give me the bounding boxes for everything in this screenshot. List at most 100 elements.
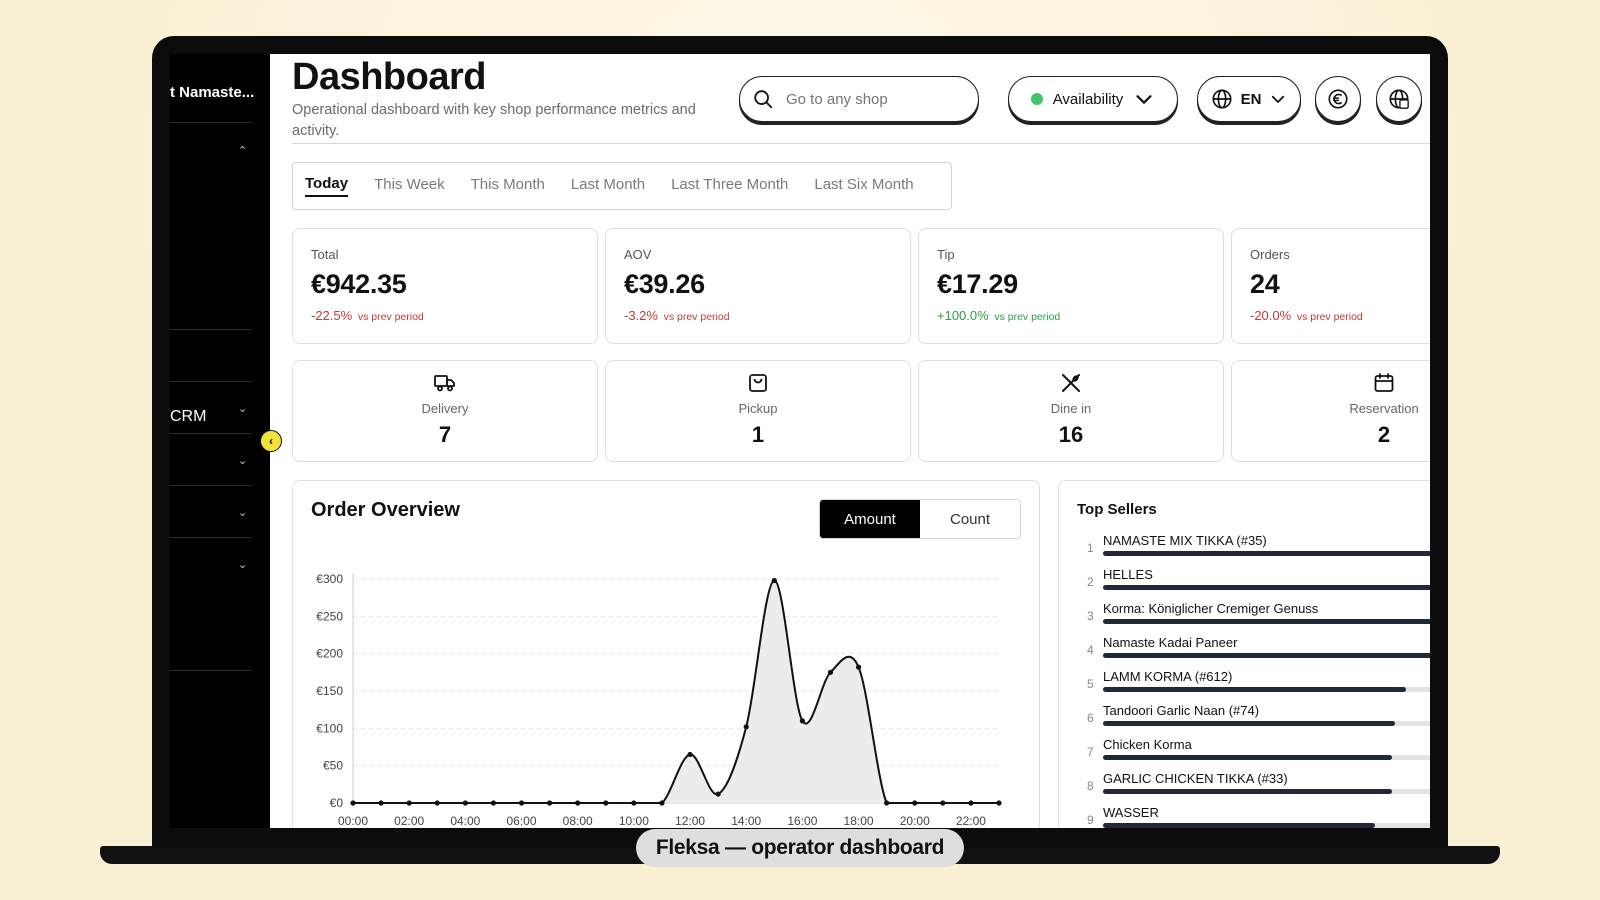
seller-bar-track bbox=[1103, 721, 1430, 726]
seller-bar-fill bbox=[1103, 585, 1430, 590]
currency-button[interactable] bbox=[1315, 76, 1361, 122]
list-item: 1 NAMASTE MIX TIKKA (#35) bbox=[1077, 533, 1430, 567]
seller-bar-fill bbox=[1103, 721, 1396, 726]
seller-name: WASSER bbox=[1103, 805, 1159, 820]
data-point bbox=[827, 669, 834, 675]
globe-icon bbox=[1212, 89, 1232, 109]
chevron-down-icon[interactable]: ⌄ bbox=[238, 402, 247, 415]
data-point bbox=[350, 800, 356, 806]
stat-change-note: vs prev period bbox=[994, 311, 1061, 323]
seller-bar-fill bbox=[1103, 619, 1430, 624]
seller-bar-fill bbox=[1103, 755, 1392, 760]
series-line bbox=[353, 579, 999, 804]
y-tick-label: €250 bbox=[316, 609, 343, 623]
page-subtitle: Operational dashboard with key shop perf… bbox=[292, 102, 696, 139]
list-item: 7 Chicken Korma bbox=[1077, 737, 1430, 771]
seller-bar-fill bbox=[1103, 789, 1392, 794]
chevron-down-icon[interactable]: ⌄ bbox=[238, 558, 247, 571]
stat-label: Tip bbox=[937, 247, 955, 262]
sidebar-divider bbox=[170, 381, 252, 382]
order-type-value: 16 bbox=[1058, 422, 1084, 447]
order-type-delivery[interactable]: Delivery 7 bbox=[292, 360, 598, 462]
amount-count-toggle: Amount Count bbox=[819, 499, 1021, 539]
order-overview-card: €0 €50 €100 €150 €200 €250 €300 00:00 02:00 04:00… bbox=[292, 480, 1040, 828]
tab-this-week[interactable]: This Week bbox=[374, 176, 445, 196]
app-screen: t Namaste... ⌃ CRM ⌄ ⌄ ⌄ ⌄ ‹ Dashboard O… bbox=[170, 54, 1430, 828]
x-tick-label: 22:00 bbox=[956, 814, 986, 828]
stat-value: €17.29 bbox=[937, 269, 1018, 299]
tab-last-three-month[interactable]: Last Three Month bbox=[671, 176, 788, 196]
area-fill bbox=[353, 580, 999, 803]
page-title: Dashboard bbox=[292, 56, 486, 98]
sidebar-divider bbox=[170, 670, 252, 671]
data-point bbox=[912, 800, 918, 806]
data-point bbox=[715, 791, 721, 797]
data-point bbox=[462, 800, 468, 806]
data-point bbox=[743, 724, 749, 730]
seller-name: Korma: Königlicher Cremiger Genuss bbox=[1103, 601, 1319, 616]
data-point bbox=[771, 577, 777, 584]
tab-this-month[interactable]: This Month bbox=[471, 176, 545, 196]
y-tick-label: €100 bbox=[316, 721, 343, 735]
data-point bbox=[996, 800, 1002, 806]
order-type-pickup[interactable]: Pickup 1 bbox=[605, 360, 911, 462]
chevron-up-icon[interactable]: ⌃ bbox=[238, 144, 247, 157]
euro-icon bbox=[1328, 89, 1348, 109]
stat-change: -22.5% bbox=[311, 308, 353, 323]
data-point bbox=[490, 800, 497, 806]
tab-today[interactable]: Today bbox=[305, 175, 349, 197]
order-type-value: 7 bbox=[438, 422, 452, 447]
language-dropdown[interactable]: EN bbox=[1197, 76, 1301, 122]
stat-label: AOV bbox=[624, 247, 652, 262]
y-tick-label: €0 bbox=[330, 796, 344, 810]
data-point bbox=[687, 751, 693, 758]
data-point bbox=[799, 718, 805, 724]
x-tick-label: 20:00 bbox=[900, 814, 930, 828]
chevron-down-icon bbox=[1272, 95, 1285, 103]
seller-bar-fill bbox=[1103, 823, 1375, 828]
order-type-reservation[interactable]: Reservation 2 bbox=[1231, 360, 1430, 462]
search-icon bbox=[754, 90, 773, 109]
tab-last-six-month[interactable]: Last Six Month bbox=[814, 176, 913, 196]
main-content: Dashboard Operational dashboard with key… bbox=[270, 54, 1430, 828]
order-type-label: Delivery bbox=[421, 401, 469, 416]
y-tick-label: €50 bbox=[323, 759, 343, 773]
stat-value: 24 bbox=[1250, 269, 1280, 299]
translate-button[interactable] bbox=[1376, 76, 1422, 122]
stat-change-note: vs prev period bbox=[663, 311, 730, 323]
stat-card-total: Total €942.35 -22.5% vs prev period bbox=[292, 228, 598, 344]
search-input[interactable] bbox=[786, 90, 956, 108]
x-tick-label: 14:00 bbox=[731, 814, 761, 828]
chevron-down-icon[interactable]: ⌄ bbox=[238, 506, 247, 519]
seller-bar-fill bbox=[1103, 551, 1430, 556]
list-item: 4 Namaste Kadai Paneer bbox=[1077, 635, 1430, 669]
seller-name: GARLIC CHICKEN TIKKA (#33) bbox=[1103, 771, 1288, 786]
sidebar-shop-name[interactable]: t Namaste... bbox=[170, 84, 254, 101]
collapse-sidebar-button[interactable]: ‹ bbox=[260, 430, 282, 452]
x-tick-label: 10:00 bbox=[619, 814, 649, 828]
header-divider bbox=[292, 143, 1430, 144]
stat-label: Total bbox=[311, 247, 339, 262]
seller-rank: 8 bbox=[1087, 779, 1094, 793]
seller-rank: 9 bbox=[1087, 813, 1094, 827]
toggle-count[interactable]: Count bbox=[920, 500, 1020, 538]
order-type-dine-in[interactable]: Dine in 16 bbox=[918, 360, 1224, 462]
stat-change-note: vs prev period bbox=[1296, 311, 1363, 323]
tab-last-month[interactable]: Last Month bbox=[571, 176, 645, 196]
truck-icon bbox=[434, 375, 455, 392]
calendar-icon bbox=[1374, 373, 1394, 392]
x-tick-label: 08:00 bbox=[563, 814, 593, 828]
sidebar-item-crm[interactable]: CRM bbox=[170, 408, 206, 426]
language-label: EN bbox=[1240, 90, 1262, 108]
toggle-amount[interactable]: Amount bbox=[820, 500, 920, 538]
availability-dropdown[interactable]: Availability bbox=[1008, 76, 1178, 122]
data-point bbox=[855, 664, 862, 670]
stat-value: €39.26 bbox=[624, 269, 705, 299]
sidebar-divider bbox=[170, 537, 252, 538]
chevron-down-icon[interactable]: ⌄ bbox=[238, 454, 247, 467]
seller-bar-track bbox=[1103, 619, 1430, 624]
list-item: 8 GARLIC CHICKEN TIKKA (#33) bbox=[1077, 771, 1430, 805]
seller-rank: 7 bbox=[1087, 745, 1094, 759]
x-tick-label: 00:00 bbox=[338, 814, 368, 828]
shop-search[interactable] bbox=[739, 76, 979, 122]
